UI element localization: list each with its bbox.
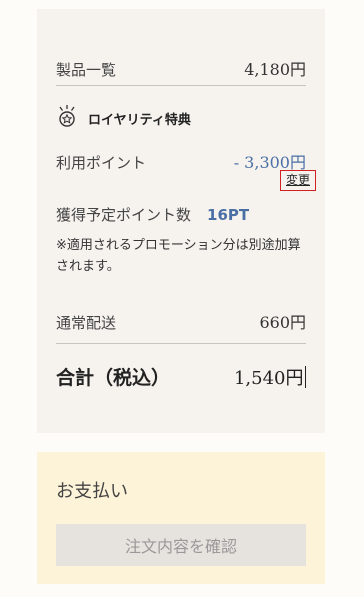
products-price: 4,180円 <box>244 60 306 79</box>
shipping-row: 通常配送 660円 <box>56 309 306 333</box>
payment-title: お支払い <box>56 481 128 502</box>
total-price-wrap: 1,540円 <box>234 364 306 390</box>
medal-star-icon <box>56 104 78 132</box>
divider <box>56 85 306 86</box>
points-used-label: 利用ポイント <box>56 154 147 172</box>
points-used-row: 利用ポイント - 3,300円 <box>56 149 306 173</box>
total-price: 1,540円 <box>233 368 304 389</box>
points-earned-value: 16PT <box>207 206 250 224</box>
shipping-label: 通常配送 <box>56 314 117 332</box>
promotion-note: ※適用されるプロモーション分は別途加算されます。 <box>56 238 301 274</box>
total-label: 合計（税込） <box>56 367 171 389</box>
shipping-price: 660円 <box>259 313 306 332</box>
points-earned-label: 獲得予定ポイント数 <box>56 206 192 224</box>
order-summary-panel: 製品一覧 4,180円 ロイヤリティ特典 利用ポイント - 3,300円 変更 … <box>37 9 325 433</box>
total-row: 合計（税込） 1,540円 <box>56 363 306 390</box>
points-earned-row: 獲得予定ポイント数 16PT <box>56 204 249 225</box>
payment-panel: お支払い 注文内容を確認 <box>37 452 325 584</box>
loyalty-header: ロイヤリティ特典 <box>56 104 191 132</box>
confirm-order-button[interactable]: 注文内容を確認 <box>56 524 306 566</box>
products-label: 製品一覧 <box>56 61 117 79</box>
loyalty-title: ロイヤリティ特典 <box>88 112 191 128</box>
divider <box>56 343 306 344</box>
change-points-button[interactable]: 変更 <box>279 170 316 191</box>
products-row: 製品一覧 4,180円 <box>56 56 306 80</box>
text-caret <box>304 366 306 388</box>
